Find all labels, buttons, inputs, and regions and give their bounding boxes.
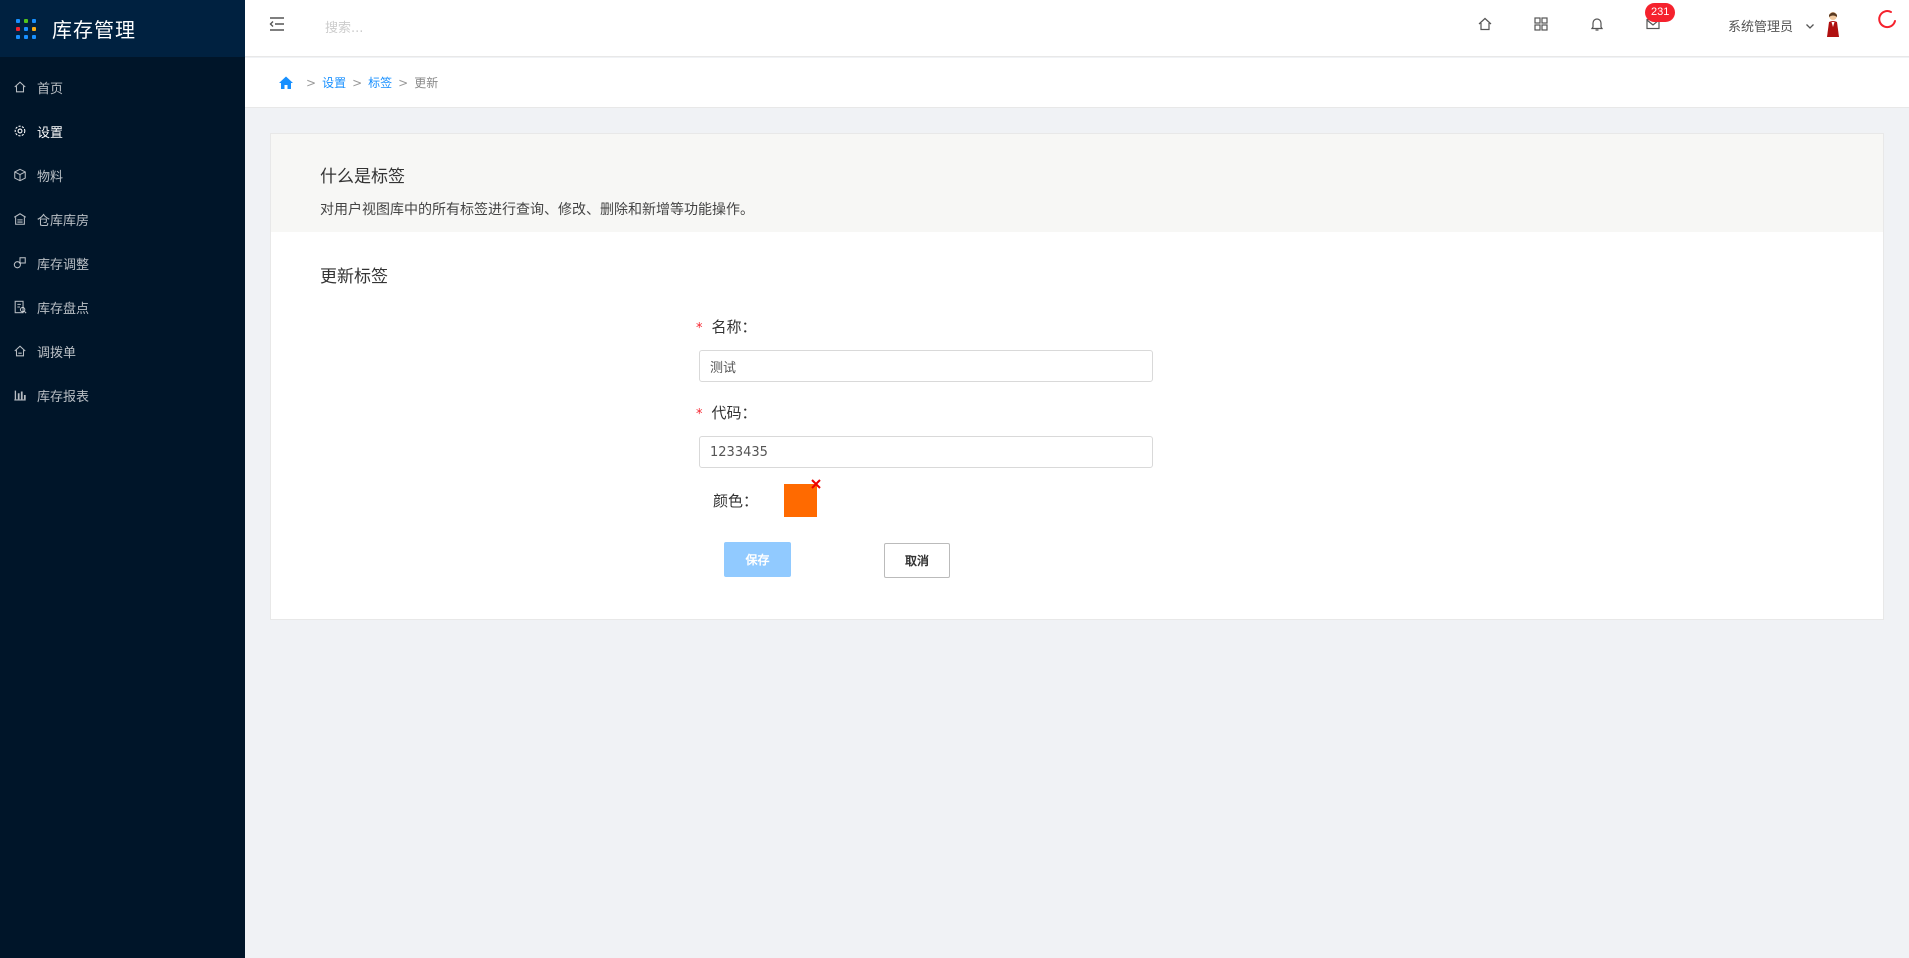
bell-icon[interactable] [1587,14,1607,34]
required-mark: * [696,407,703,422]
brand[interactable]: 库存管理 [0,0,245,57]
content-card: 什么是标签 对用户视图库中的所有标签进行查询、修改、删除和新增等功能操作。 更新… [270,133,1884,620]
breadcrumb-home-icon[interactable] [278,75,294,91]
sidebar-item-materials[interactable]: 物料 [0,153,245,197]
sidebar-item-warehouse[interactable]: 仓库库房 [0,197,245,241]
save-button[interactable]: 保存 [724,542,791,577]
home-icon [13,80,27,94]
top-header: 231 系统管理员 [245,0,1909,57]
sidebar-item-label: 仓库库房 [37,213,90,229]
mail-count-badge: 231 [1645,3,1676,22]
app-title: 库存管理 [52,18,136,42]
warehouse-icon [13,212,27,226]
color-label: 颜色： [713,492,759,510]
intro-description: 对用户视图库中的所有标签进行查询、修改、删除和新增等功能操作。 [320,202,754,218]
adjust-icon [13,256,27,270]
sidebar-item-stock-count[interactable]: 库存盘点 [0,285,245,329]
sidebar-menu: 首页 设置 物料 仓库库房 库存调整 库存盘点 调拨单 库存报表 [0,65,245,417]
chevron-down-icon[interactable] [1804,17,1816,29]
name-input[interactable] [699,350,1153,382]
grid-logo-icon [16,18,36,39]
intro-panel: 什么是标签 对用户视图库中的所有标签进行查询、修改、删除和新增等功能操作。 [271,134,1883,232]
loading-spinner-icon [1875,8,1897,30]
breadcrumb-separator: > [306,75,317,90]
breadcrumb: > 设置 > 标签 > 更新 [278,74,438,91]
user-name[interactable]: 系统管理员 [1728,16,1793,35]
sidebar-item-settings[interactable]: 设置 [0,109,245,153]
required-mark: * [696,321,703,336]
breadcrumb-separator: > [398,75,409,90]
breadcrumb-current: 更新 [414,76,439,90]
name-label: * 名称： [696,318,757,336]
sidebar-item-home[interactable]: 首页 [0,65,245,109]
sidebar-item-label: 调拨单 [37,345,77,361]
sidebar: 库存管理 首页 设置 物料 仓库库房 库存调整 库存盘点 调拨单 库存报表 [0,0,245,958]
form-title: 更新标签 [320,267,388,287]
transfer-icon [13,344,27,358]
code-input[interactable] [699,436,1153,468]
home-icon[interactable] [1475,14,1495,34]
settings-icon [13,124,27,138]
sidebar-item-label: 物料 [37,169,64,185]
box-icon [13,168,27,182]
sidebar-item-label: 库存报表 [37,389,90,405]
sidebar-item-transfer[interactable]: 调拨单 [0,329,245,373]
breadcrumb-separator: > [352,75,363,90]
menu-collapse-icon[interactable] [267,14,287,34]
sidebar-item-stock-report[interactable]: 库存报表 [0,373,245,417]
cancel-button[interactable]: 取消 [884,543,950,578]
breadcrumb-bar: > 设置 > 标签 > 更新 [245,58,1909,108]
sidebar-item-stock-adjust[interactable]: 库存调整 [0,241,245,285]
report-chart-icon [13,388,27,402]
breadcrumb-link-tags[interactable]: 标签 [368,74,392,91]
intro-title: 什么是标签 [320,167,405,187]
sidebar-item-label: 首页 [37,81,64,97]
search-input[interactable] [325,16,625,40]
sidebar-item-label: 库存盘点 [37,301,90,317]
breadcrumb-link-settings[interactable]: 设置 [322,74,346,91]
apps-grid-icon[interactable] [1531,14,1551,34]
close-icon[interactable] [809,476,823,490]
avatar[interactable] [1823,10,1843,38]
code-label: * 代码： [696,404,757,422]
sidebar-item-label: 设置 [37,125,64,141]
sidebar-item-label: 库存调整 [37,257,90,273]
inventory-check-icon [13,300,27,314]
